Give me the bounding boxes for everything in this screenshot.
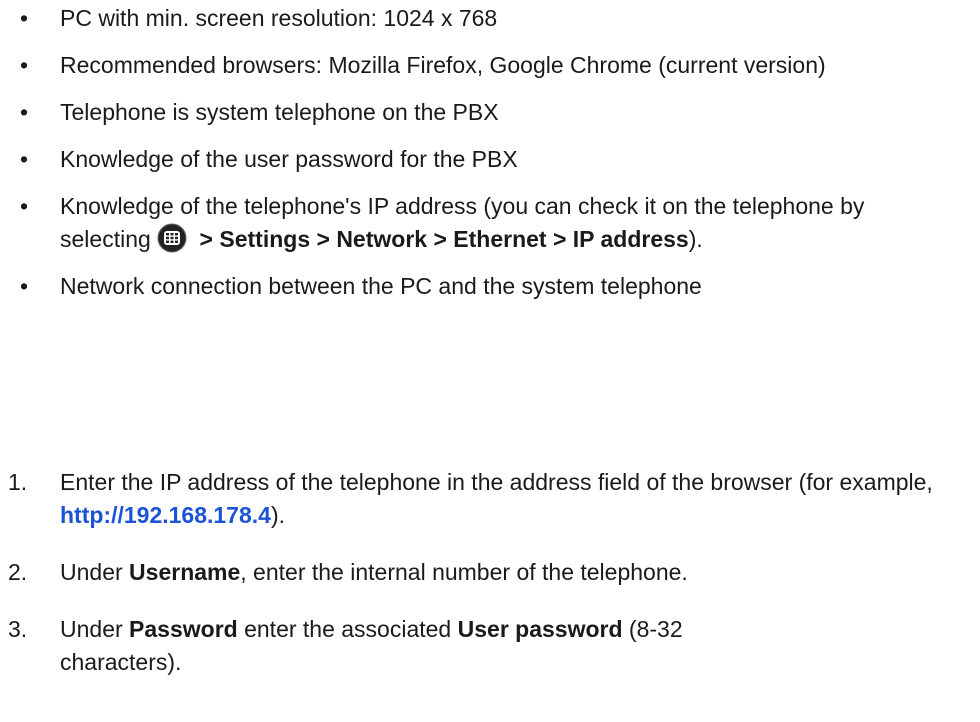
bullet-icon: • xyxy=(20,99,29,125)
list-item: 3. Under Password enter the associated U… xyxy=(0,613,980,679)
apps-grid-icon xyxy=(157,223,187,253)
list-item: • Knowledge of the user password for the… xyxy=(0,143,980,176)
list-item: • Recommended browsers: Mozilla Firefox,… xyxy=(0,49,980,82)
list-item: • Telephone is system telephone on the P… xyxy=(0,96,980,129)
menu-path: > Settings > Network > Ethernet > IP add… xyxy=(193,226,689,252)
step-text-end: ). xyxy=(270,502,286,528)
requirement-text: Knowledge of the user password for the P… xyxy=(60,146,518,172)
requirement-text: PC with min. screen resolution: 1024 x 7… xyxy=(60,5,498,31)
step-text: Enter the IP address of the telephone in… xyxy=(60,469,933,495)
step-number: 3. xyxy=(8,616,28,642)
bullet-icon: • xyxy=(20,193,29,219)
ip-address-link[interactable]: http://192.168.178.4 xyxy=(60,502,271,528)
list-item: • Knowledge of the telephone's IP addres… xyxy=(0,190,980,256)
requirement-suffix: ). xyxy=(688,226,703,252)
bullet-icon: • xyxy=(20,5,29,31)
list-item: 1. Enter the IP address of the telephone… xyxy=(0,466,980,532)
bullet-icon: • xyxy=(20,146,29,172)
bullet-icon: • xyxy=(20,52,29,78)
bullet-icon: • xyxy=(20,273,29,299)
field-name-user-password: User password xyxy=(457,616,623,642)
step-text: Under xyxy=(60,616,130,642)
requirement-text: Telephone is system telephone on the PBX xyxy=(60,99,499,125)
steps-block: 1. Enter the IP address of the telephone… xyxy=(0,466,980,679)
field-name-password: Password xyxy=(129,616,238,642)
list-item: • Network connection between the PC and … xyxy=(0,270,980,303)
step-number: 2. xyxy=(8,559,28,585)
list-item: • PC with min. screen resolution: 1024 x… xyxy=(0,2,980,35)
field-name-username: Username xyxy=(129,559,241,585)
requirement-text: Recommended browsers: Mozilla Firefox, G… xyxy=(60,52,826,78)
requirement-text: Network connection between the PC and th… xyxy=(60,273,702,299)
step-text-end: , enter the internal number of the telep… xyxy=(240,559,688,585)
step-number: 1. xyxy=(8,469,28,495)
step-text-middle: enter the associated xyxy=(237,616,458,642)
list-item: 2. Under Username, enter the internal nu… xyxy=(0,556,980,589)
step-text: Under xyxy=(60,559,130,585)
requirements-list: • PC with min. screen resolution: 1024 x… xyxy=(0,0,980,299)
